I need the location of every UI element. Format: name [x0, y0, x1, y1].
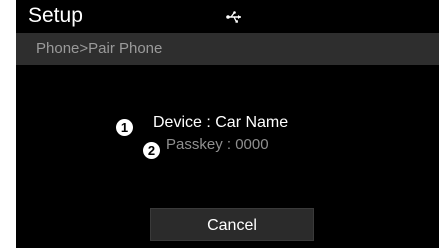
callout-badge-2: 2: [143, 142, 160, 159]
breadcrumb: Phone>Pair Phone: [36, 40, 163, 57]
pairing-panel: 1 Device : Car Name 2 Passkey : 0000 Can…: [16, 65, 439, 248]
setup-screen: Setup Phone>Pair Phone 1 Device : Car Na…: [16, 0, 439, 248]
callout-badge-1: 1: [116, 119, 133, 136]
breadcrumb-bar: Phone>Pair Phone: [16, 33, 439, 65]
device-name-text: Device : Car Name: [153, 114, 289, 131]
cancel-button[interactable]: Cancel: [150, 208, 314, 241]
usb-icon: [226, 11, 241, 23]
passkey-text: Passkey : 0000: [166, 136, 269, 153]
title-bar: Setup: [16, 0, 439, 32]
screen-title: Setup: [28, 4, 83, 27]
